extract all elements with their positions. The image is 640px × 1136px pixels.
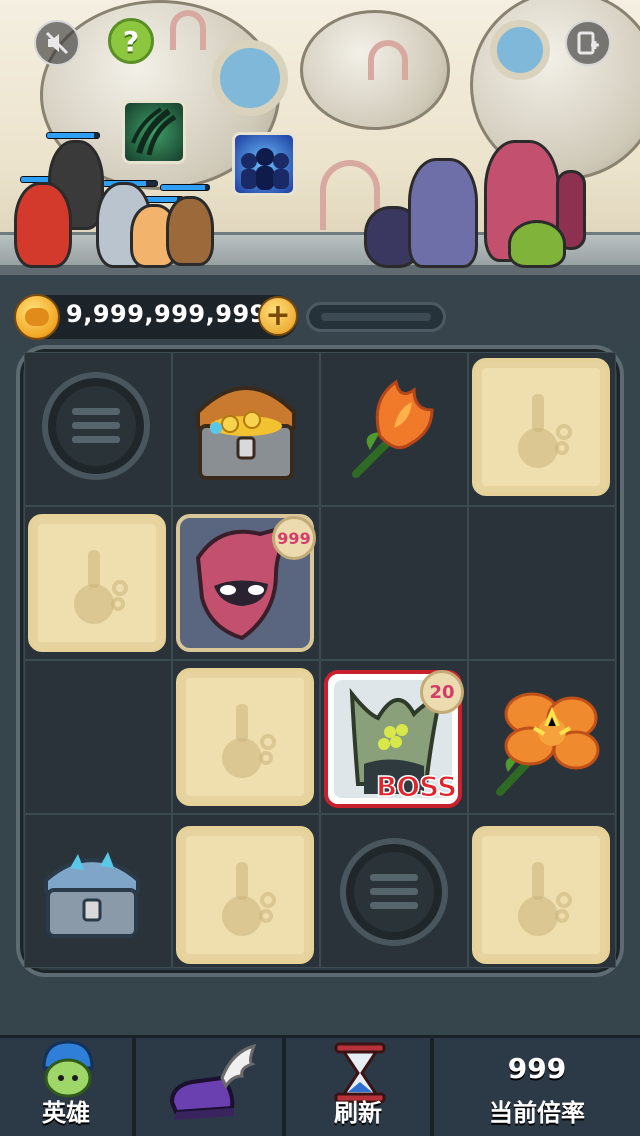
level-badge: 20 xyxy=(420,670,464,714)
flask-icon xyxy=(74,550,128,624)
board-cell[interactable] xyxy=(468,506,616,660)
empty-potion-slot[interactable] xyxy=(472,826,610,964)
refresh-tab[interactable]: 刷新 xyxy=(286,1038,434,1136)
multiplier-panel[interactable]: 999 当前倍率 xyxy=(434,1038,640,1136)
locked-vent-slot xyxy=(340,838,448,946)
multiplier-value: 999 xyxy=(507,1052,567,1085)
empty-potion-slot[interactable] xyxy=(176,668,314,806)
gold-amount: 9,999,999,999 xyxy=(66,300,267,328)
background-pipe xyxy=(368,40,408,80)
flask-icon xyxy=(222,704,276,778)
board-cell[interactable] xyxy=(24,660,172,814)
sound-toggle-button[interactable] xyxy=(34,20,80,66)
flask-icon xyxy=(518,394,572,468)
treasure-chest-item[interactable] xyxy=(190,368,302,488)
muted-speaker-icon xyxy=(45,31,69,55)
hero-reader xyxy=(166,196,214,266)
help-button-label: ? xyxy=(122,24,140,58)
blue-chest-icon xyxy=(44,852,140,938)
hero-health-bar xyxy=(160,184,210,191)
shadow-clone-skill-icon[interactable] xyxy=(232,132,296,196)
flask-icon xyxy=(518,862,572,936)
porthole xyxy=(490,20,550,80)
battle-scene: ? xyxy=(0,0,640,275)
enemy-green-slug xyxy=(508,220,566,268)
orange-lily-item[interactable] xyxy=(486,676,606,802)
blue-chest-item[interactable] xyxy=(40,846,144,942)
porthole xyxy=(212,40,288,116)
heroes-tab[interactable]: 英雄 xyxy=(0,1038,136,1136)
hero-health-bar xyxy=(46,132,100,139)
orange-lily-icon xyxy=(496,692,600,796)
flask-icon xyxy=(222,862,276,936)
add-gold-button[interactable]: + xyxy=(258,296,298,336)
level-badge: 999 xyxy=(272,516,316,560)
orange-flower-item[interactable] xyxy=(340,370,456,486)
background-pipe xyxy=(170,10,206,50)
fire-flower-icon xyxy=(352,379,434,478)
empty-potion-slot[interactable] xyxy=(28,514,166,652)
share-button[interactable] xyxy=(565,20,611,66)
empty-potion-slot[interactable] xyxy=(472,358,610,496)
heroes-tab-label: 英雄 xyxy=(42,1099,90,1127)
boss-label: BOSS xyxy=(375,769,458,804)
winged-boot-icon xyxy=(169,1043,257,1120)
empty-potion-slot[interactable] xyxy=(176,826,314,964)
board-cell[interactable] xyxy=(320,506,468,660)
refresh-tab-label: 刷新 xyxy=(334,1099,382,1127)
speed-boots-tab[interactable] xyxy=(136,1038,286,1136)
wave-progress-bar xyxy=(306,302,446,332)
hero-red-cap xyxy=(14,182,72,268)
enemy-armored-villain xyxy=(408,158,478,268)
multiplier-label: 当前倍率 xyxy=(489,1099,585,1127)
gold-coin-icon xyxy=(14,294,60,340)
add-page-icon xyxy=(577,31,599,55)
claw-skill-icon[interactable] xyxy=(122,100,186,164)
help-button[interactable]: ? xyxy=(108,18,154,64)
treasure-chest-icon xyxy=(196,386,296,480)
locked-vent-slot xyxy=(42,372,150,480)
